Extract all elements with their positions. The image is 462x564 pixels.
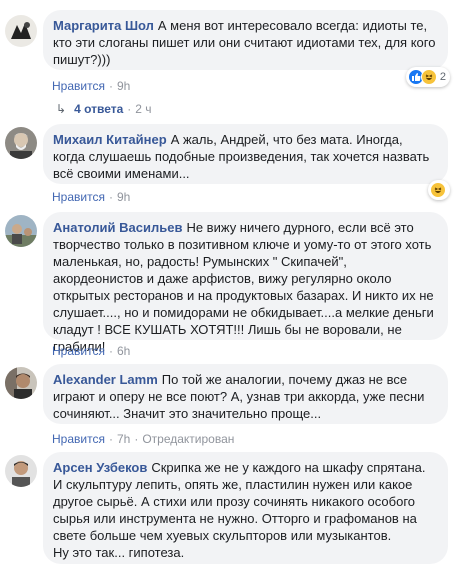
comment-actions: Нравится · 7h · Отредактирован	[52, 432, 235, 446]
avatar[interactable]	[5, 127, 37, 159]
like-button[interactable]: Нравится	[52, 344, 105, 358]
reaction-summary[interactable]	[428, 180, 450, 200]
comment-time[interactable]: 9h	[117, 79, 130, 93]
haha-icon	[430, 182, 446, 198]
avatar[interactable]	[5, 15, 37, 47]
comment-author[interactable]: Alexander Lamm	[53, 372, 158, 387]
avatar[interactable]	[5, 455, 37, 487]
like-button[interactable]: Нравится	[52, 432, 105, 446]
reply-arrow-icon: ↳	[56, 102, 67, 116]
avatar[interactable]	[5, 215, 37, 247]
comment-time[interactable]: 9h	[117, 190, 130, 204]
haha-icon	[420, 69, 437, 85]
replies-count[interactable]: 4 ответа	[74, 102, 123, 116]
comment-author[interactable]: Анатолий Васильев	[53, 220, 182, 235]
comment-time[interactable]: 6h	[117, 344, 130, 358]
comment-time[interactable]: 7h	[117, 432, 130, 446]
comment-author[interactable]: Михаил Китайнер	[53, 132, 167, 147]
comment-bubble: Alexander Lamm По той же аналогии, почему…	[43, 364, 448, 424]
comment-text: Скрипка же не у каждого на шкафу спрятан…	[53, 460, 426, 560]
comment-actions: Нравится · 6h	[52, 344, 131, 358]
replies-link[interactable]: ↳ 4 ответа · 2 ч	[56, 101, 152, 117]
comment-text: Не вижу ничего дурного, если всё это тво…	[53, 220, 438, 354]
comment-bubble: Арсен Узбеков Скрипка же не у каждого на …	[43, 452, 448, 564]
avatar[interactable]	[5, 367, 37, 399]
like-button[interactable]: Нравится	[52, 190, 105, 204]
reaction-count: 2	[439, 71, 446, 83]
comment-bubble: Анатолий Васильев Не вижу ничего дурного,…	[43, 212, 448, 354]
comment-actions: Нравится · 9h	[52, 79, 131, 93]
comment-author[interactable]: Арсен Узбеков	[53, 460, 147, 475]
comment-author[interactable]: Маргарита Шол	[53, 18, 154, 33]
comment-actions: Нравится · 9h	[52, 190, 131, 204]
replies-time: 2 ч	[135, 102, 152, 116]
comment-bubble: Михаил Китайнер А жаль, Андрей, что без м…	[43, 124, 448, 184]
reaction-summary[interactable]: 2	[405, 67, 450, 87]
like-button[interactable]: Нравится	[52, 79, 105, 93]
edited-label[interactable]: Отредактирован	[142, 432, 234, 446]
comment-bubble: Маргарита Шол А меня вот интересовало все…	[43, 10, 448, 70]
